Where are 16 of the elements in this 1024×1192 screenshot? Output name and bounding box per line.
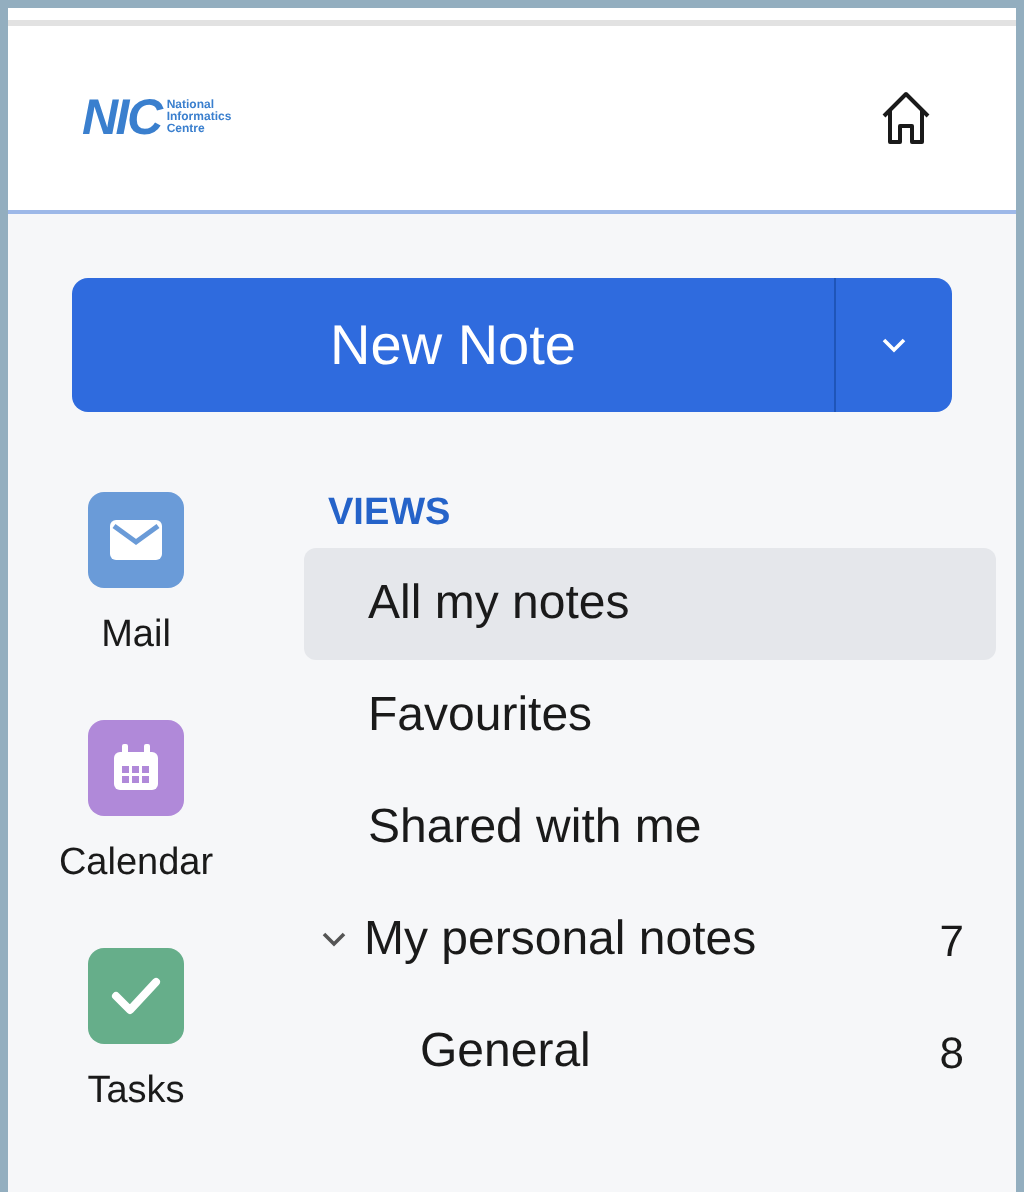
checkmark-icon: [110, 976, 162, 1016]
nav-item[interactable]: All my notes: [304, 548, 996, 660]
envelope-icon: [110, 520, 162, 560]
section-heading: VIEWS: [326, 492, 453, 538]
app-launcher[interactable]: Calendar: [16, 720, 256, 908]
calendar-icon: [112, 744, 160, 792]
app-launcher[interactable]: Tasks: [16, 948, 256, 1136]
note-count: 8: [939, 1025, 964, 1081]
app-launcher[interactable]: Mail: [16, 492, 256, 680]
chevron-icon: [882, 337, 906, 353]
nav-item[interactable]: Favourites: [304, 660, 996, 772]
nav-item[interactable]: Shared with me: [304, 772, 996, 884]
nav-item[interactable]: General 8: [304, 996, 996, 1108]
nav-item[interactable]: My personal notes 7: [304, 884, 996, 996]
note-count: 7: [939, 913, 964, 969]
new-note-button[interactable]: New Note: [72, 278, 952, 412]
